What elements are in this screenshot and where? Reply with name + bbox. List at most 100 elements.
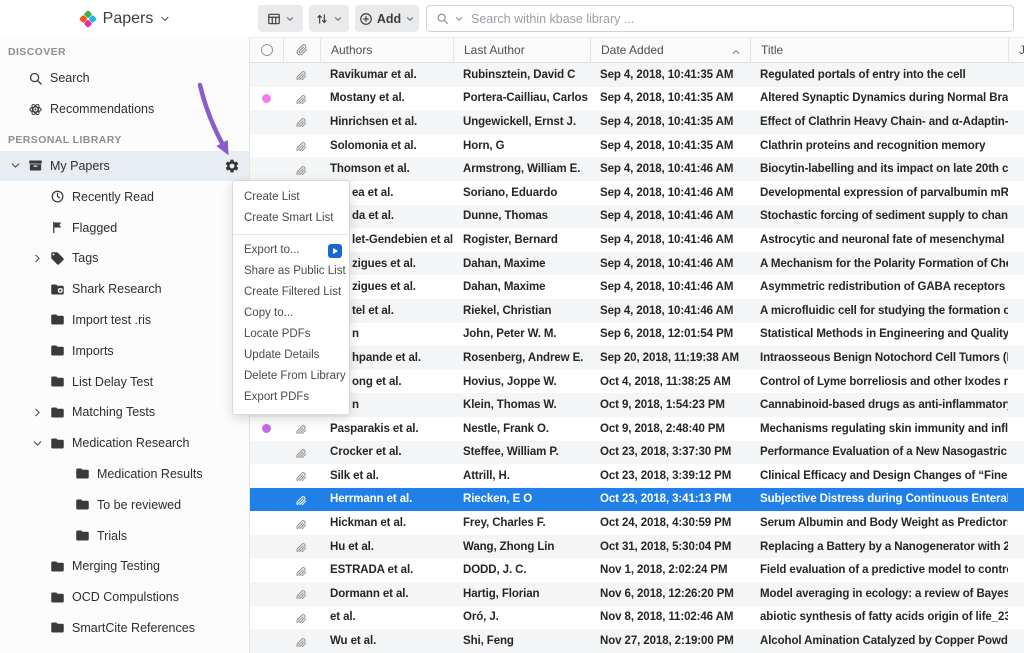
column-header-last_author[interactable]: Last Author [453,38,590,62]
table-row[interactable]: Solomonia et al.Horn, GSep 4, 2018, 10:4… [250,134,1024,158]
table-row[interactable]: Hinrichsen et al.Ungewickell, Ernst J.Se… [250,110,1024,134]
sidebar-item-trials[interactable]: Trials [0,520,249,551]
table-row[interactable]: tel et al.Riekel, ChristianSep 4, 2018, … [250,299,1024,323]
menu-item-share-as-public-list[interactable]: Share as Public List [233,261,349,282]
library-search[interactable] [426,5,1014,32]
title-cell: Mechanisms regulating skin immunity and … [750,423,1008,435]
add-button[interactable]: Add [355,5,419,32]
sidebar-item-my-papers[interactable]: My Papers [0,151,249,182]
table-row[interactable]: et al.Oró, J.Nov 8, 2018, 11:02:46 AMabi… [250,606,1024,630]
menu-item-create-smart-list[interactable]: Create Smart List [233,208,349,229]
authors-cell: Hickman et al. [320,517,453,529]
color-label-dot [262,94,271,103]
chevron-right-icon[interactable] [30,405,44,419]
column-header-authors[interactable]: Authors [320,38,453,62]
table-row[interactable]: Silk et al.Attrill, H.Oct 23, 2018, 3:39… [250,464,1024,488]
sidebar-item-import-test-ris[interactable]: Import test .ris [0,305,249,336]
table-row[interactable]: zigues et al.Dahan, MaximeSep 4, 2018, 1… [250,275,1024,299]
sidebar-item-shark-research[interactable]: Shark Research [0,274,249,305]
search-input[interactable] [469,11,1004,27]
menu-item-locate-pdfs[interactable]: Locate PDFs [233,324,349,345]
sidebar-item-flagged[interactable]: Flagged [0,212,249,243]
attachment-cell [283,612,320,623]
sidebar-item-medication-results[interactable]: Medication Results [0,459,249,490]
authors-cell: Hinrichsen et al. [320,116,453,128]
table-row[interactable]: zigues et al.Dahan, MaximeSep 4, 2018, 1… [250,252,1024,276]
sidebar-item-to-be-reviewed[interactable]: To be reviewed [0,489,249,520]
table-row[interactable]: nJohn, Peter W. M.Sep 6, 2018, 12:01:54 … [250,323,1024,347]
last-author-cell: John, Peter W. M. [453,328,590,340]
table-row[interactable]: Dormann et al.Hartig, FlorianNov 6, 2018… [250,582,1024,606]
table-row[interactable]: Ravikumar et al.Rubinsztein, David CSep … [250,63,1024,87]
title-cell: Regulated portals of entry into the cell [750,69,1008,81]
date-added-cell: Nov 27, 2018, 2:19:00 PM [590,635,750,647]
chevron-right-icon[interactable] [30,251,44,265]
column-header-color[interactable] [250,38,283,62]
column-header-date_added[interactable]: Date Added [590,38,750,62]
column-header-label: Date Added [601,43,664,57]
table-row[interactable]: ong et al.Hovius, Joppe W.Oct 4, 2018, 1… [250,370,1024,394]
table-row[interactable]: Thomson et al.Armstrong, William E.Sep 4… [250,157,1024,181]
table-row[interactable]: Pasparakis et al.Nestle, Frank O.Oct 9, … [250,417,1024,441]
sidebar-item-tags[interactable]: Tags [0,243,249,274]
table-row[interactable]: nKlein, Thomas W.Oct 9, 2018, 1:54:23 PM… [250,393,1024,417]
table-row[interactable]: Hu et al.Wang, Zhong LinOct 31, 2018, 5:… [250,535,1024,559]
sidebar-item-label: My Papers [50,159,110,173]
column-header-journal[interactable]: J [1008,38,1024,62]
table-row[interactable]: da et al.Dunne, ThomasSep 4, 2018, 10:41… [250,205,1024,229]
title-cell: A microfluidic cell for studying the for… [750,305,1008,317]
sidebar-item-matching-tests[interactable]: Matching Tests [0,397,249,428]
column-header-attachment[interactable] [283,38,320,62]
date-added-cell: Oct 23, 2018, 3:41:13 PM [590,493,750,505]
view-options-button[interactable] [258,5,303,32]
sidebar-item-smartcite-references[interactable]: SmartCite References [0,613,249,644]
table-row[interactable]: Crocker et al.Steffee, William P.Oct 23,… [250,441,1024,465]
sidebar-item-list-delay-test[interactable]: List Delay Test [0,366,249,397]
menu-item-copy-to[interactable]: Copy to... [233,303,349,324]
last-author-cell: Attrill, H. [453,470,590,482]
attachment-cell [283,565,320,576]
table-row[interactable]: hpande et al.Rosenberg, Andrew E.Sep 20,… [250,346,1024,370]
app-menu[interactable]: Papers [0,0,250,37]
color-label-dot [262,424,271,433]
sidebar-item-medication-research[interactable]: Medication Research [0,428,249,459]
paperclip-icon [296,69,307,80]
chevron-down-icon [285,14,295,24]
date-added-cell: Sep 4, 2018, 10:41:46 AM [590,281,750,293]
title-cell: Performance Evaluation of a New Nasogast… [750,446,1008,458]
sidebar-item-ocd-compulstions[interactable]: OCD Compulstions [0,582,249,613]
menu-item-label: Update Details [244,349,319,361]
table-row[interactable]: Herrmann et al.Riecken, E OOct 23, 2018,… [250,488,1024,512]
sidebar-item-merging-testing[interactable]: Merging Testing [0,551,249,582]
sidebar-item-search[interactable]: Search [0,63,249,94]
chevron-down-icon[interactable] [8,159,22,173]
menu-item-create-list[interactable]: Create List [233,187,349,208]
sidebar-item-imports[interactable]: Imports [0,335,249,366]
menu-item-export-pdfs[interactable]: Export PDFs [233,387,349,408]
menu-item-export-to[interactable]: Export to... [233,240,349,261]
chevron-down-icon [333,14,343,24]
sidebar-item-recently-read[interactable]: Recently Read [0,181,249,212]
table-row[interactable]: let-Gendebien et al.Rogister, BernardSep… [250,228,1024,252]
sort-button[interactable] [309,5,349,32]
table-row[interactable]: Mostany et al.Portera-Cailliau, CarlosSe… [250,87,1024,111]
add-button-label: Add [377,12,401,26]
attachment-cell [283,93,320,104]
table-row[interactable]: ea et al.Soriano, EduardoSep 4, 2018, 10… [250,181,1024,205]
menu-item-delete-from-library[interactable]: Delete From Library [233,366,349,387]
search-icon [436,12,449,25]
submenu-arrow-icon[interactable] [328,244,342,258]
paperclip-icon [296,636,307,647]
attachment-cell [283,588,320,599]
sidebar-item-recommendations[interactable]: Recommendations [0,94,249,125]
clock-icon [49,189,65,205]
last-author-cell: Riecken, E O [453,493,590,505]
table-row[interactable]: ESTRADA et al.DODD, J. C.Nov 1, 2018, 2:… [250,558,1024,582]
gear-icon[interactable] [224,158,240,174]
table-row[interactable]: Wu et al.Shi, FengNov 27, 2018, 2:19:00 … [250,629,1024,653]
column-header-title[interactable]: Title [750,38,1008,62]
menu-item-update-details[interactable]: Update Details [233,345,349,366]
menu-item-create-filtered-list[interactable]: Create Filtered List [233,282,349,303]
table-row[interactable]: Hickman et al.Frey, Charles F.Oct 24, 20… [250,511,1024,535]
chevron-down-icon[interactable] [30,436,44,450]
